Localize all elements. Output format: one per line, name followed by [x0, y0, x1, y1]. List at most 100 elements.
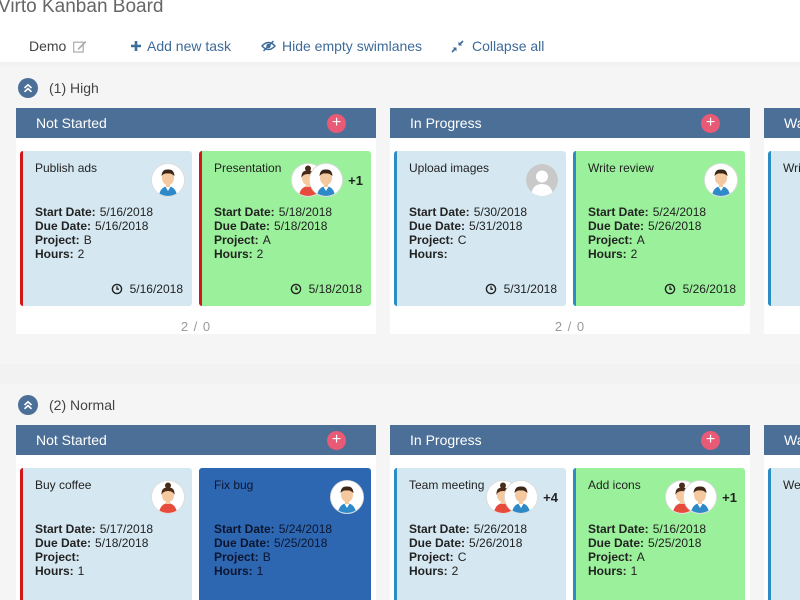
add-task-button[interactable]: Add new task	[130, 38, 231, 54]
start-date: 5/30/2018	[473, 205, 528, 219]
field-label: Start Date:	[35, 205, 96, 219]
due-date: 5/25/2018	[648, 536, 702, 550]
card-fields: Start Date: 5/16/2018 Due Date: 5/16/2018 …	[35, 205, 153, 261]
view-name: Demo	[29, 38, 67, 54]
field-label: Start Date:	[35, 522, 96, 536]
collapse-all-button[interactable]: Collapse all	[451, 38, 544, 54]
project: A	[262, 233, 271, 247]
hide-empty-label: Hide empty swimlanes	[282, 38, 423, 54]
card-title: Publish ads	[35, 161, 98, 175]
card-fields: Start Date: 5/24/2018 Due Date: 5/25/2018 …	[214, 522, 332, 578]
project: B	[83, 233, 92, 247]
column-header: In Progress +	[390, 425, 750, 455]
column-title: In Progress	[410, 432, 482, 448]
start-date: 5/16/2018	[652, 522, 707, 536]
column-count: 2 / 0	[180, 319, 212, 334]
column-header: Wa	[764, 108, 800, 138]
card-title: Fix bug	[214, 478, 254, 492]
add-card-button[interactable]: +	[327, 114, 346, 133]
field-label: Hours:	[409, 564, 448, 578]
swimlane-header[interactable]: (2) Normal	[18, 395, 115, 415]
add-card-button[interactable]: +	[327, 431, 346, 450]
column-not-started: Not Started + Publish ads Start Date: 5/1…	[16, 108, 376, 334]
column-title: Not Started	[36, 115, 107, 131]
extra-assignees: +4	[543, 489, 558, 505]
field-label: Project:	[588, 233, 633, 247]
card-fields: Start Date: 5/24/2018 Due Date: 5/26/2018 …	[588, 205, 706, 261]
card-team-meeting[interactable]: Team meeting +4 Start Date: 5/26/2018 Due…	[394, 468, 566, 600]
due-date: 5/31/2018	[469, 219, 523, 233]
card-publish-ads[interactable]: Publish ads Start Date: 5/16/2018 Due Dat…	[20, 151, 192, 306]
field-label: Start Date:	[409, 522, 470, 536]
column-header: Not Started +	[16, 425, 376, 455]
field-label: Due Date:	[588, 536, 645, 550]
hours: 2	[451, 564, 459, 578]
card-presentation[interactable]: Presentation +1 Start Date: 5/18/2018 Due…	[199, 151, 371, 306]
assignees: +4	[487, 481, 558, 513]
add-task-label: Add new task	[147, 38, 232, 54]
start-date: 5/24/2018	[278, 522, 333, 536]
add-card-button[interactable]: +	[701, 431, 720, 450]
card-partial[interactable]: Wri	[768, 151, 800, 306]
avatar	[152, 164, 184, 196]
field-label: Hours:	[214, 564, 253, 578]
hours: 1	[256, 564, 264, 578]
card-title: Buy coffee	[35, 478, 92, 492]
clock-icon	[485, 283, 496, 295]
card-due-indicator: 5/18/2018	[290, 282, 362, 296]
card-date: 5/16/2018	[129, 282, 183, 296]
field-label: Due Date:	[214, 536, 271, 550]
card-fix-bug[interactable]: Fix bug Start Date: 5/24/2018 Due Date: 5/…	[199, 468, 371, 600]
clock-icon	[111, 283, 122, 295]
card-partial[interactable]: We	[768, 468, 800, 600]
field-label: Due Date:	[409, 536, 466, 550]
hours: 2	[77, 247, 85, 261]
field-label: Hours:	[214, 247, 253, 261]
card-write-review[interactable]: Write review Start Date: 5/24/2018 Due Da…	[573, 151, 745, 306]
column-in-progress: In Progress + Upload images Start Date: 5…	[390, 108, 750, 334]
due-date: 5/18/2018	[95, 536, 149, 550]
card-date: 5/31/2018	[503, 282, 557, 296]
field-label: Hours:	[35, 247, 74, 261]
project: C	[457, 550, 467, 564]
column-not-started: Not Started + Buy coffee Start Date: 5/17…	[16, 425, 376, 600]
field-label: Due Date:	[214, 219, 271, 233]
due-date: 5/26/2018	[469, 536, 523, 550]
field-label: Start Date:	[214, 522, 275, 536]
edit-icon[interactable]	[73, 40, 87, 53]
column-header: Not Started +	[16, 108, 376, 138]
field-label: Project:	[214, 550, 259, 564]
hours: 2	[256, 247, 264, 261]
swimlane-header[interactable]: (1) High	[18, 78, 99, 98]
card-due-indicator: 5/31/2018	[485, 282, 557, 296]
field-label: Start Date:	[588, 522, 649, 536]
column-title: Wa	[784, 432, 800, 448]
avatar	[684, 481, 717, 513]
card-fields: Start Date: 5/26/2018 Due Date: 5/26/2018 …	[409, 522, 527, 578]
project: B	[262, 550, 271, 564]
card-add-icons[interactable]: Add icons +1 Start Date: 5/16/2018 Due Da…	[573, 468, 745, 600]
add-card-button[interactable]: +	[701, 114, 720, 133]
column-count: 2 / 0	[554, 319, 586, 334]
field-label: Start Date:	[214, 205, 275, 219]
swimlane-label: (1) High	[49, 80, 99, 96]
clock-icon	[664, 283, 675, 295]
card-upload-images[interactable]: Upload images Start Date: 5/30/2018 Due D…	[394, 151, 566, 306]
project: C	[457, 233, 467, 247]
avatar	[526, 164, 558, 196]
hours: 1	[630, 564, 638, 578]
view-selector[interactable]: Demo	[29, 38, 87, 54]
field-label: Due Date:	[35, 219, 92, 233]
eye-slash-icon	[261, 40, 276, 52]
project: A	[636, 550, 645, 564]
collapse-up-icon[interactable]	[18, 78, 38, 98]
card-buy-coffee[interactable]: Buy coffee Start Date: 5/17/2018 Due Date…	[20, 468, 192, 600]
hide-empty-swimlanes-button[interactable]: Hide empty swimlanes	[261, 38, 422, 54]
start-date: 5/18/2018	[278, 205, 333, 219]
extra-assignees: +1	[722, 489, 737, 505]
card-title: Write review	[588, 161, 654, 175]
card-due-indicator: 5/16/2018	[111, 282, 183, 296]
column-header: In Progress +	[390, 108, 750, 138]
collapse-up-icon[interactable]	[18, 395, 38, 415]
avatar	[152, 481, 184, 513]
